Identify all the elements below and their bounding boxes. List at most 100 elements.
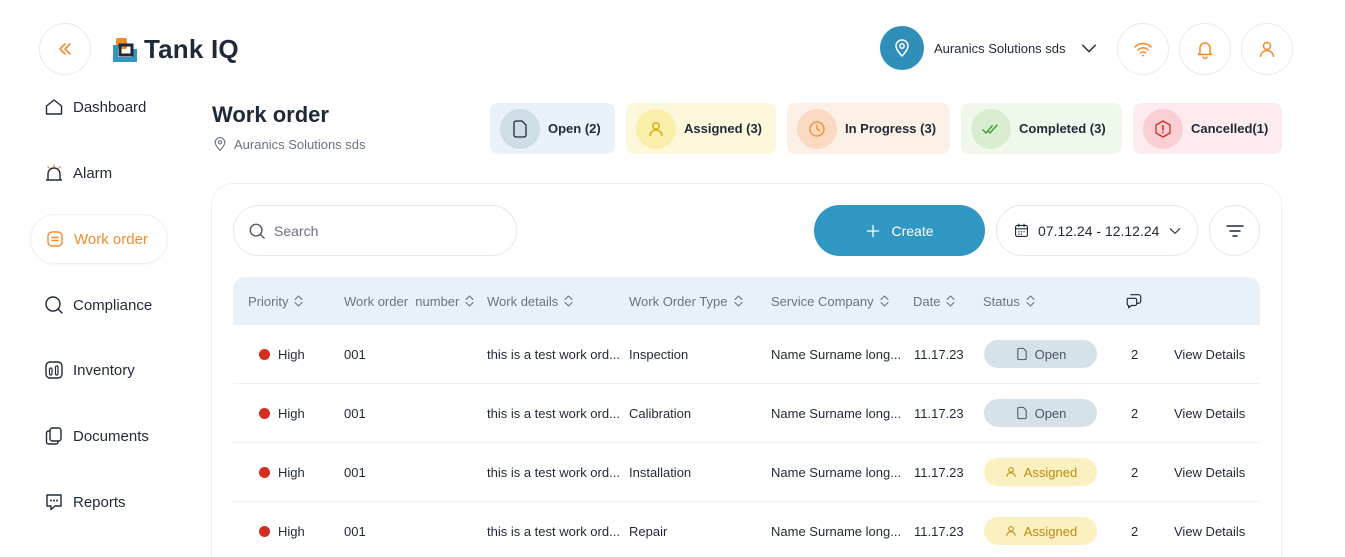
- sidebar-item-work-order[interactable]: Work order: [30, 214, 168, 264]
- status-card-completed[interactable]: Completed (3): [961, 103, 1122, 154]
- status-card-open[interactable]: Open (2): [490, 103, 615, 154]
- date-cell: 11.17.23: [914, 346, 964, 362]
- view-details-link[interactable]: View Details: [1174, 443, 1245, 501]
- profile-button[interactable]: [1241, 23, 1293, 75]
- column-header-service-company[interactable]: Service Company: [771, 277, 889, 325]
- status-badge: Open: [984, 399, 1097, 427]
- connectivity-button[interactable]: [1117, 23, 1169, 75]
- chevron-down-icon: [1081, 44, 1096, 53]
- page-title: Work order: [212, 102, 329, 127]
- column-header-date[interactable]: Date: [913, 277, 956, 325]
- sort-icon: [1026, 295, 1035, 307]
- priority-cell: High: [259, 443, 305, 501]
- column-header-work-order-number[interactable]: Work order number: [344, 277, 474, 325]
- status-badge: Assigned: [984, 517, 1097, 545]
- work-details-cell: this is a test work ord...: [487, 346, 620, 362]
- status-cell: Open: [984, 325, 1097, 383]
- sidebar-item-label: Alarm: [73, 164, 113, 182]
- notifications-button[interactable]: [1179, 23, 1231, 75]
- sidebar-item-alarm[interactable]: Alarm: [30, 148, 168, 198]
- sidebar-item-label: Dashboard: [73, 98, 147, 116]
- sidebar-item-inventory[interactable]: Inventory: [30, 345, 168, 395]
- work-order-number-cell: 001: [344, 405, 366, 421]
- home-icon: [45, 99, 63, 115]
- sidebar-item-dashboard[interactable]: Dashboard: [30, 82, 168, 132]
- comments-count-cell: 2: [1131, 405, 1139, 421]
- table-row[interactable]: High 001 this is a test work ord... Cali…: [233, 384, 1260, 443]
- service-company-cell: Name Surname long...: [771, 405, 902, 421]
- user-icon: [636, 108, 676, 149]
- service-company-cell: Name Surname long...: [771, 523, 902, 539]
- status-card-label: Cancelled(1): [1191, 121, 1269, 136]
- table-header: Priority Work order number Work details …: [233, 277, 1260, 325]
- status-badge: Open: [984, 340, 1097, 368]
- view-details-link[interactable]: View Details: [1174, 502, 1245, 557]
- table-row[interactable]: High 001 this is a test work ord... Repa…: [233, 502, 1260, 557]
- service-company-cell: Name Surname long...: [771, 464, 902, 480]
- status-cell: Assigned: [984, 443, 1097, 501]
- sidebar-item-documents[interactable]: Documents: [30, 411, 168, 461]
- sidebar-item-label: Documents: [73, 427, 149, 445]
- sidebar-item-reports[interactable]: Reports: [30, 477, 168, 527]
- create-button-label: Create: [891, 222, 934, 239]
- document-icon: [1016, 347, 1027, 361]
- status-cell: Assigned: [984, 502, 1097, 557]
- work-order-type-cell: Repair: [629, 523, 668, 539]
- page-subtitle-text: Auranics Solutions sds: [234, 136, 366, 152]
- work-order-number-cell: 001: [344, 464, 366, 480]
- priority-dot-icon: [259, 348, 270, 360]
- work-order-icon: [47, 231, 63, 247]
- date-range-picker[interactable]: 07.12.24 - 12.12.24: [996, 205, 1198, 256]
- date-range-value: 07.12.24 - 12.12.24: [1038, 222, 1160, 239]
- status-card-label: Completed (3): [1019, 121, 1106, 136]
- status-card-in-progress[interactable]: In Progress (3): [787, 103, 950, 154]
- column-header-priority[interactable]: Priority: [248, 277, 304, 325]
- date-cell: 11.17.23: [914, 405, 964, 421]
- status-card-cancelled[interactable]: Cancelled(1): [1133, 103, 1282, 154]
- date-cell: 11.17.23: [914, 464, 964, 480]
- compliance-icon: [45, 296, 63, 314]
- sidebar-item-label: Work order: [74, 230, 148, 248]
- column-header-status[interactable]: Status: [983, 277, 1035, 325]
- document-icon: [500, 108, 540, 149]
- search-box[interactable]: [233, 205, 517, 256]
- document-icon: [1016, 406, 1027, 420]
- column-header-comments[interactable]: [1125, 277, 1143, 325]
- tank-iq-logo-icon: [113, 37, 137, 62]
- work-order-number-cell: 001: [344, 523, 366, 539]
- column-header-work-details[interactable]: Work details: [487, 277, 573, 325]
- company-selector[interactable]: Auranics Solutions sds: [880, 26, 1098, 70]
- table-row[interactable]: High 001 this is a test work ord... Inst…: [233, 443, 1260, 502]
- work-order-type-cell: Installation: [629, 464, 692, 480]
- sort-icon: [294, 295, 304, 307]
- column-header-work-order-type[interactable]: Work Order Type: [629, 277, 743, 325]
- search-input[interactable]: [274, 222, 494, 239]
- table-row[interactable]: High 001 this is a test work ord... Insp…: [233, 325, 1260, 384]
- priority-cell: High: [259, 325, 305, 383]
- collapse-sidebar-button[interactable]: [39, 23, 91, 75]
- priority-dot-icon: [259, 407, 270, 419]
- create-button[interactable]: Create: [814, 205, 985, 256]
- filter-button[interactable]: [1209, 205, 1260, 256]
- service-company-cell: Name Surname long...: [771, 346, 902, 362]
- inventory-icon: [45, 361, 63, 379]
- sidebar-item-label: Compliance: [73, 296, 153, 314]
- view-details-link[interactable]: View Details: [1174, 325, 1245, 383]
- sidebar-item-compliance[interactable]: Compliance: [30, 280, 168, 330]
- sidebar-item-label: Inventory: [73, 361, 135, 379]
- company-name: Auranics Solutions sds: [934, 40, 1066, 56]
- reports-icon: [46, 494, 62, 511]
- status-cell: Open: [984, 384, 1097, 442]
- comments-count-cell: 2: [1131, 523, 1139, 539]
- status-card-assigned[interactable]: Assigned (3): [626, 103, 776, 154]
- priority-cell: High: [259, 502, 305, 557]
- app-name: Tank IQ: [144, 34, 239, 64]
- user-icon: [1259, 41, 1275, 58]
- view-details-link[interactable]: View Details: [1174, 384, 1245, 442]
- user-icon: [1006, 526, 1016, 536]
- sort-icon: [465, 295, 474, 307]
- status-card-label: Assigned (3): [684, 121, 763, 136]
- calendar-icon: [1014, 223, 1029, 238]
- priority-dot-icon: [259, 466, 270, 478]
- search-icon: [249, 223, 265, 239]
